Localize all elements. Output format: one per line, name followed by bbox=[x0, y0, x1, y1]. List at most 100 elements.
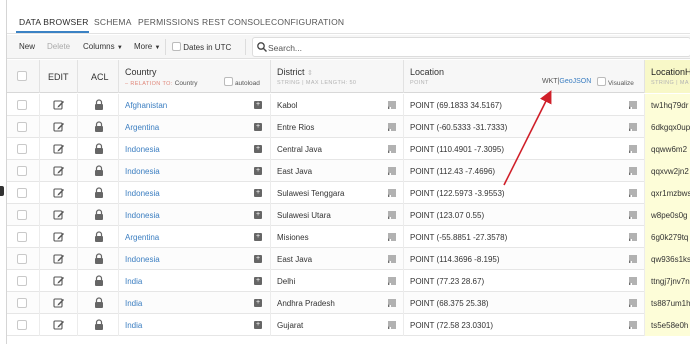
row-checkbox[interactable] bbox=[17, 210, 27, 220]
text-expand-icon[interactable] bbox=[629, 145, 637, 154]
add-relation-icon[interactable]: + bbox=[254, 145, 262, 153]
text-expand-icon[interactable] bbox=[388, 145, 396, 154]
tab-rest-console[interactable]: REST CONSOLE bbox=[202, 17, 271, 27]
row-checkbox[interactable] bbox=[17, 320, 27, 330]
row-location-cell[interactable]: POINT (123.07 0.55) bbox=[404, 204, 645, 226]
row-locationh-cell[interactable]: qqww6m2 bbox=[645, 138, 690, 160]
text-expand-icon[interactable] bbox=[388, 123, 396, 132]
table-row[interactable]: Indonesia + Sulawesi Tenggara POINT (122.59… bbox=[7, 182, 690, 204]
edit-icon[interactable] bbox=[53, 121, 65, 135]
header-locationh[interactable]: LocationH STRING | MA bbox=[645, 60, 690, 93]
more-dropdown[interactable]: More ▼ bbox=[134, 42, 160, 51]
country-link[interactable]: Afghanistan bbox=[125, 101, 167, 110]
lock-icon[interactable] bbox=[93, 253, 105, 267]
row-district-cell[interactable]: Gujarat bbox=[271, 314, 404, 336]
lock-icon[interactable] bbox=[93, 231, 105, 245]
edit-icon[interactable] bbox=[53, 297, 65, 311]
text-expand-icon[interactable] bbox=[388, 167, 396, 176]
row-country-cell[interactable]: Afghanistan + bbox=[119, 94, 271, 116]
country-link[interactable]: India bbox=[125, 321, 142, 330]
text-expand-icon[interactable] bbox=[388, 211, 396, 220]
table-row[interactable]: Afghanistan + Kabol POINT (69.1833 34.5167)… bbox=[7, 94, 690, 116]
row-checkbox[interactable] bbox=[17, 276, 27, 286]
country-link[interactable]: Indonesia bbox=[125, 255, 160, 264]
row-district-cell[interactable]: Delhi bbox=[271, 270, 404, 292]
row-country-cell[interactable]: India + bbox=[119, 270, 271, 292]
row-checkbox[interactable] bbox=[17, 188, 27, 198]
table-row[interactable]: India + Gujarat POINT (72.58 23.0301) ts5e58… bbox=[7, 314, 690, 336]
edit-icon[interactable] bbox=[53, 187, 65, 201]
row-district-cell[interactable]: East Java bbox=[271, 248, 404, 270]
lock-icon[interactable] bbox=[93, 319, 105, 333]
add-relation-icon[interactable]: + bbox=[254, 211, 262, 219]
table-row[interactable]: Argentina + Misiones POINT (-55.8851 -27.35… bbox=[7, 226, 690, 248]
text-expand-icon[interactable] bbox=[388, 233, 396, 242]
text-expand-icon[interactable] bbox=[629, 189, 637, 198]
row-checkbox[interactable] bbox=[17, 100, 27, 110]
add-relation-icon[interactable]: + bbox=[254, 299, 262, 307]
country-link[interactable]: India bbox=[125, 299, 142, 308]
row-country-cell[interactable]: Indonesia + bbox=[119, 160, 271, 182]
row-checkbox[interactable] bbox=[17, 122, 27, 132]
row-location-cell[interactable]: POINT (77.23 28.67) bbox=[404, 270, 645, 292]
text-expand-icon[interactable] bbox=[629, 211, 637, 220]
row-checkbox[interactable] bbox=[17, 232, 27, 242]
row-location-cell[interactable]: POINT (114.3696 -8.195) bbox=[404, 248, 645, 270]
country-link[interactable]: Argentina bbox=[125, 233, 159, 242]
row-locationh-cell[interactable]: qxr1mzbws bbox=[645, 182, 690, 204]
country-link[interactable]: Indonesia bbox=[125, 211, 160, 220]
row-country-cell[interactable]: India + bbox=[119, 292, 271, 314]
row-country-cell[interactable]: India + bbox=[119, 314, 271, 336]
row-location-cell[interactable]: POINT (-60.5333 -31.7333) bbox=[404, 116, 645, 138]
autoload-toggle[interactable]: autoload bbox=[224, 77, 260, 87]
row-checkbox[interactable] bbox=[17, 166, 27, 176]
row-district-cell[interactable]: Kabol bbox=[271, 94, 404, 116]
row-locationh-cell[interactable]: ttngj7jnv7n bbox=[645, 270, 690, 292]
text-expand-icon[interactable] bbox=[629, 123, 637, 132]
edit-icon[interactable] bbox=[53, 319, 65, 333]
country-link[interactable]: Indonesia bbox=[125, 189, 160, 198]
row-locationh-cell[interactable]: qw936s1ks bbox=[645, 248, 690, 270]
edit-icon[interactable] bbox=[53, 253, 65, 267]
delete-button[interactable]: Delete bbox=[47, 42, 70, 51]
lock-icon[interactable] bbox=[93, 165, 105, 179]
row-locationh-cell[interactable]: tw1hq79dr bbox=[645, 94, 690, 116]
row-checkbox[interactable] bbox=[17, 144, 27, 154]
text-expand-icon[interactable] bbox=[629, 233, 637, 242]
row-district-cell[interactable]: Central Java bbox=[271, 138, 404, 160]
table-row[interactable]: Indonesia + Central Java POINT (110.4901 -7… bbox=[7, 138, 690, 160]
edit-icon[interactable] bbox=[53, 165, 65, 179]
text-expand-icon[interactable] bbox=[629, 255, 637, 264]
lock-icon[interactable] bbox=[93, 275, 105, 289]
text-expand-icon[interactable] bbox=[388, 101, 396, 110]
edit-icon[interactable] bbox=[53, 275, 65, 289]
visualize-toggle[interactable]: Visualize bbox=[597, 77, 634, 87]
row-locationh-cell[interactable]: qqxvw2jn2 bbox=[645, 160, 690, 182]
table-row[interactable]: Indonesia + East Java POINT (114.3696 -8.19… bbox=[7, 248, 690, 270]
text-expand-icon[interactable] bbox=[629, 101, 637, 110]
add-relation-icon[interactable]: + bbox=[254, 101, 262, 109]
select-all-checkbox[interactable] bbox=[17, 71, 27, 81]
add-relation-icon[interactable]: + bbox=[254, 167, 262, 175]
search-box[interactable] bbox=[252, 37, 690, 57]
columns-dropdown[interactable]: Columns ▼ bbox=[83, 42, 123, 51]
row-checkbox[interactable] bbox=[17, 254, 27, 264]
row-district-cell[interactable]: Sulawesi Utara bbox=[271, 204, 404, 226]
row-locationh-cell[interactable]: 6g0k279tq bbox=[645, 226, 690, 248]
text-expand-icon[interactable] bbox=[388, 255, 396, 264]
row-locationh-cell[interactable]: ts887um1h bbox=[645, 292, 690, 314]
row-location-cell[interactable]: POINT (110.4901 -7.3095) bbox=[404, 138, 645, 160]
search-input[interactable] bbox=[268, 40, 668, 55]
dates-utc-checkbox[interactable] bbox=[172, 42, 181, 51]
add-relation-icon[interactable]: + bbox=[254, 189, 262, 197]
row-district-cell[interactable]: Misiones bbox=[271, 226, 404, 248]
add-relation-icon[interactable]: + bbox=[254, 233, 262, 241]
tab-permissions[interactable]: PERMISSIONS bbox=[138, 17, 199, 27]
row-country-cell[interactable]: Indonesia + bbox=[119, 182, 271, 204]
row-locationh-cell[interactable]: 6dkgqx0up bbox=[645, 116, 690, 138]
lock-icon[interactable] bbox=[93, 209, 105, 223]
row-country-cell[interactable]: Argentina + bbox=[119, 226, 271, 248]
autoload-checkbox[interactable] bbox=[224, 77, 233, 86]
tab-schema[interactable]: SCHEMA bbox=[94, 17, 132, 27]
wkt-option[interactable]: WKT bbox=[542, 78, 558, 85]
